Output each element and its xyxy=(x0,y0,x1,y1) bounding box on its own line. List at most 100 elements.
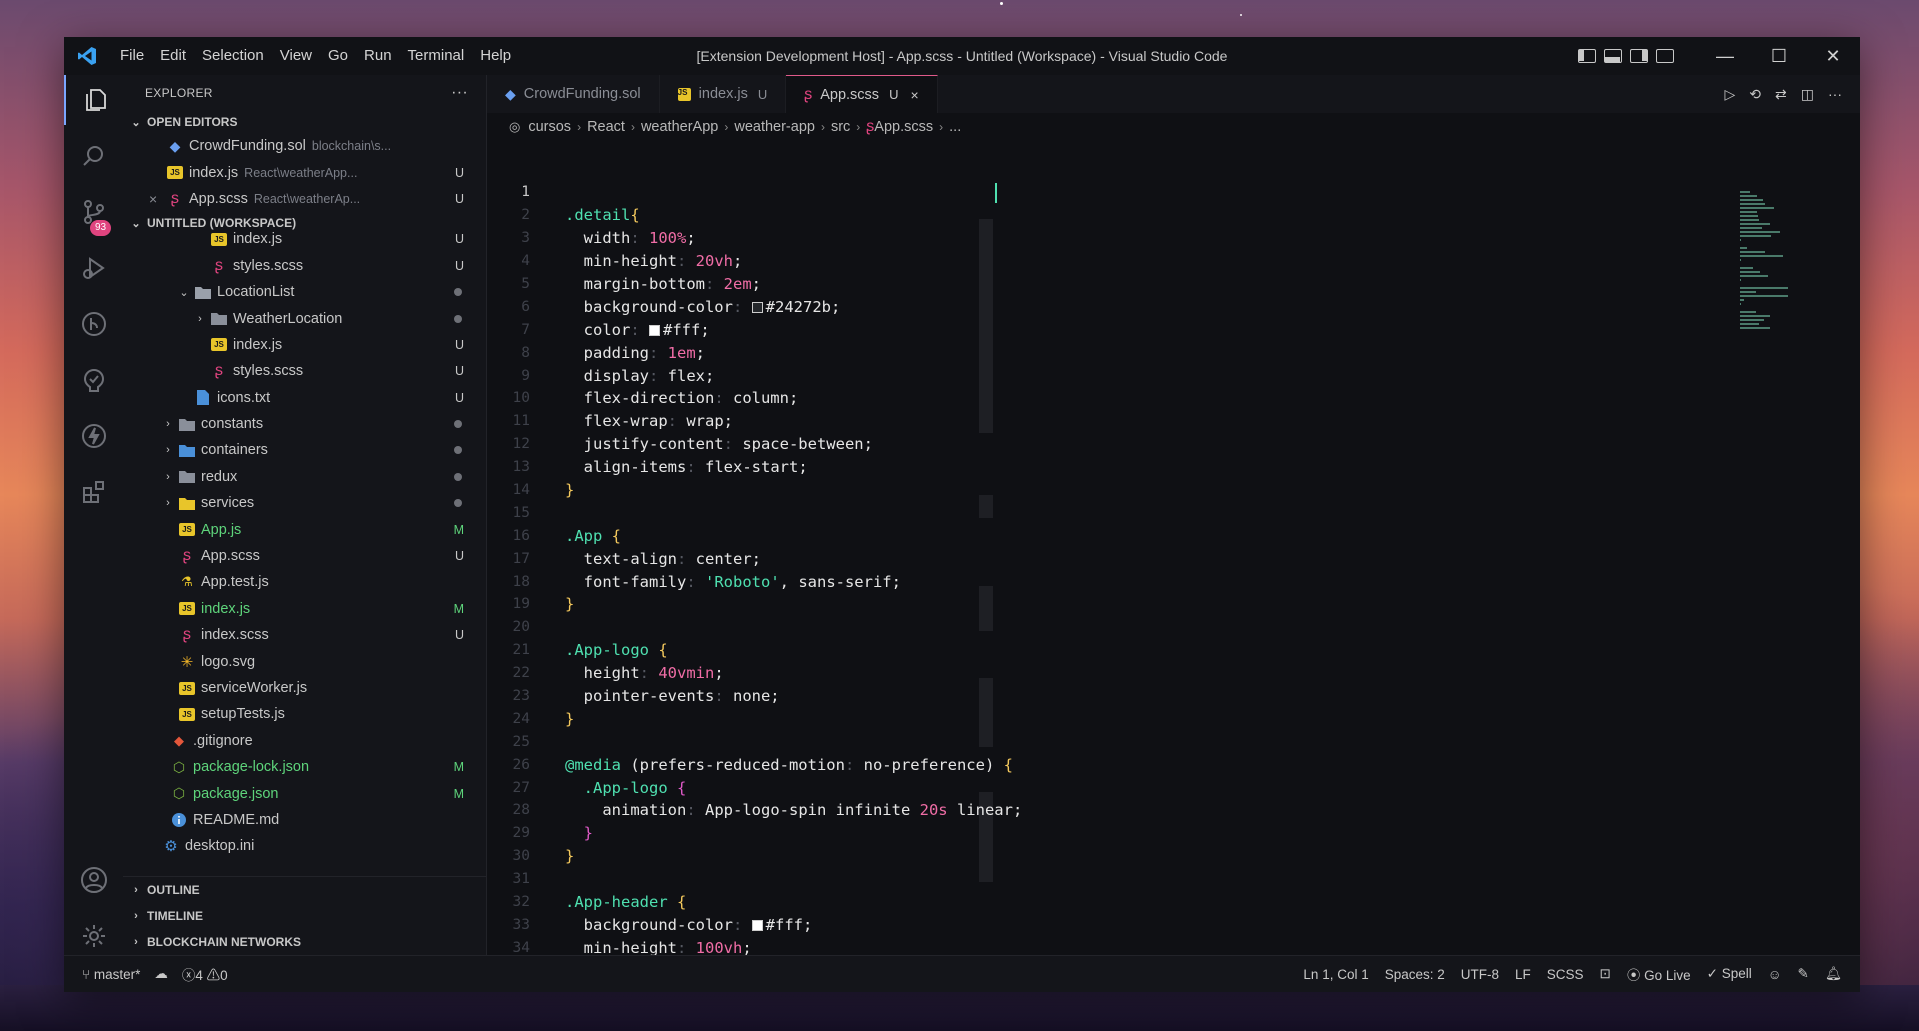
file-name: styles.scss xyxy=(233,257,304,274)
run-file-icon[interactable]: ▷ xyxy=(1725,86,1736,103)
code-editor[interactable]: 1 2 .detail{3 width: 100%; 4 min-height: 20… xyxy=(487,181,1860,992)
notifications-bell-icon[interactable]: 🔔︎ xyxy=(1825,966,1842,982)
minimap-line xyxy=(1740,195,1757,197)
branch-item[interactable]: ⑂ master* xyxy=(82,967,140,982)
tab-crowdfunding-sol[interactable]: ◆ CrowdFunding.sol xyxy=(487,75,660,113)
explorer-icon[interactable] xyxy=(64,75,123,125)
breadcrumb-item[interactable]: React xyxy=(587,119,625,135)
color-swatch[interactable] xyxy=(649,324,660,336)
copilot-icon[interactable]: ☺ xyxy=(1768,967,1782,982)
menu-run[interactable]: Run xyxy=(356,37,400,75)
file-item[interactable]: README.md xyxy=(123,807,486,833)
folder-item[interactable]: › containers xyxy=(123,437,486,463)
folder-item[interactable]: › services xyxy=(123,490,486,516)
sync-icon[interactable]: ☁ xyxy=(154,966,168,982)
breadcrumb-item[interactable]: weather-app xyxy=(734,119,815,135)
toggle-secondary-sidebar-icon[interactable] xyxy=(1630,49,1648,63)
minimize-icon[interactable]: — xyxy=(1698,37,1752,75)
file-item[interactable]: ▣ estado-react-class.jpg xyxy=(123,860,486,866)
minimap[interactable] xyxy=(1740,187,1790,329)
settings-gear-icon[interactable] xyxy=(64,911,123,961)
root-folder-icon: ◎ xyxy=(509,119,521,134)
file-item[interactable]: ◆ .gitignore xyxy=(123,728,486,754)
file-item[interactable]: JS index.js U xyxy=(123,226,486,252)
file-item[interactable]: ʂ styles.scss U xyxy=(123,358,486,384)
section-outline[interactable]: › OUTLINE xyxy=(123,877,486,903)
color-swatch[interactable] xyxy=(751,301,763,313)
file-item[interactable]: ⚙ desktop.ini xyxy=(123,833,486,859)
file-item[interactable]: JS serviceWorker.js xyxy=(123,675,486,701)
breadcrumb-item[interactable]: cursos xyxy=(528,119,571,135)
git-graph-icon[interactable] xyxy=(64,299,123,349)
encoding[interactable]: UTF-8 xyxy=(1461,967,1499,982)
folder-item[interactable]: ⌄ LocationList xyxy=(123,279,486,305)
end-of-line[interactable]: LF xyxy=(1515,967,1531,982)
open-editor-item[interactable]: JS index.js React\weatherApp... U xyxy=(123,159,486,185)
code-token: flex; xyxy=(667,366,715,385)
customize-layout-icon[interactable] xyxy=(1656,49,1674,63)
run-debug-icon[interactable] xyxy=(64,243,123,293)
code-token: color xyxy=(565,320,631,339)
maximize-icon[interactable]: ☐ xyxy=(1752,37,1806,75)
color-swatch[interactable] xyxy=(751,919,763,931)
menu-selection[interactable]: Selection xyxy=(194,37,272,75)
file-item[interactable]: ⬡ package.json M xyxy=(123,780,486,806)
menu-view[interactable]: View xyxy=(272,37,320,75)
file-item[interactable]: JS index.js M xyxy=(123,596,486,622)
file-item[interactable]: icons.txt U xyxy=(123,385,486,411)
menu-file[interactable]: File xyxy=(112,37,152,75)
testing-icon[interactable] xyxy=(64,355,123,405)
open-changes-icon[interactable]: ⇄ xyxy=(1775,86,1787,103)
file-item[interactable]: ʂ index.scss U xyxy=(123,622,486,648)
code-token: : xyxy=(639,664,659,683)
terminal-icon[interactable]: ⊡ xyxy=(1600,966,1611,982)
cursor-position[interactable]: Ln 1, Col 1 xyxy=(1303,967,1368,982)
menu-go[interactable]: Go xyxy=(320,37,356,75)
search-icon[interactable] xyxy=(64,131,123,181)
menu-edit[interactable]: Edit xyxy=(152,37,194,75)
indentation[interactable]: Spaces: 2 xyxy=(1385,967,1445,982)
breadcrumb-item[interactable]: App.scss xyxy=(874,119,933,135)
toggle-panel-icon[interactable] xyxy=(1604,49,1622,63)
timeline-history-icon[interactable]: ⟲ xyxy=(1749,86,1761,103)
file-item[interactable]: ⬡ package-lock.json M xyxy=(123,754,486,780)
close-tab-icon[interactable]: × xyxy=(910,87,918,103)
language-mode[interactable]: SCSS xyxy=(1547,967,1584,982)
menu-terminal[interactable]: Terminal xyxy=(400,37,473,75)
open-editors-header[interactable]: ⌄ OPEN EDITORS xyxy=(123,111,486,133)
lightning-icon[interactable] xyxy=(64,411,123,461)
file-item[interactable]: ⚗ App.test.js xyxy=(123,569,486,595)
tab-index-js[interactable]: JS index.js U xyxy=(660,75,787,113)
toggle-primary-sidebar-icon[interactable] xyxy=(1578,49,1596,63)
open-editor-item[interactable]: ◆ CrowdFunding.sol blockchain\s... xyxy=(123,133,486,159)
go-live-button[interactable]: ⦿ Go Live xyxy=(1627,964,1691,984)
breadcrumb-item[interactable]: ... xyxy=(949,119,961,135)
folder-item[interactable]: › WeatherLocation xyxy=(123,305,486,331)
split-editor-icon[interactable]: ◫ xyxy=(1801,86,1814,103)
file-item[interactable]: ʂ styles.scss U xyxy=(123,253,486,279)
close-window-icon[interactable]: ✕ xyxy=(1806,37,1860,75)
folder-item[interactable]: › constants xyxy=(123,411,486,437)
more-actions-icon[interactable]: ··· xyxy=(1828,86,1842,102)
menu-help[interactable]: Help xyxy=(472,37,519,75)
close-editor-icon[interactable]: × xyxy=(149,191,157,207)
section-blockchain-networks[interactable]: › BLOCKCHAIN NETWORKS xyxy=(123,929,486,955)
feedback-icon[interactable]: ✎ xyxy=(1798,966,1809,982)
tab-app-scss[interactable]: ʂ App.scss U × xyxy=(786,75,938,113)
spell-button[interactable]: ✓ Spell xyxy=(1707,966,1752,982)
open-editor-item[interactable]: × ʂ App.scss React\weatherAp... U xyxy=(123,186,486,212)
breadcrumb-item[interactable]: weatherApp xyxy=(641,119,718,135)
file-item[interactable]: ✳ logo.svg xyxy=(123,648,486,674)
file-item[interactable]: JS App.js M xyxy=(123,516,486,542)
code-token: .App-logo xyxy=(565,641,659,660)
file-item[interactable]: JS index.js U xyxy=(123,332,486,358)
file-item[interactable]: JS setupTests.js xyxy=(123,701,486,727)
section-timeline[interactable]: › TIMELINE xyxy=(123,903,486,929)
more-actions-icon[interactable]: ··· xyxy=(451,84,468,102)
account-icon[interactable] xyxy=(64,855,123,905)
breadcrumb-item[interactable]: src xyxy=(831,119,850,135)
extensions-icon[interactable] xyxy=(64,467,123,517)
file-item[interactable]: ʂ App.scss U xyxy=(123,543,486,569)
folder-item[interactable]: › redux xyxy=(123,464,486,490)
problems-item[interactable]: ⓧ4 ⚠0 xyxy=(182,964,228,984)
